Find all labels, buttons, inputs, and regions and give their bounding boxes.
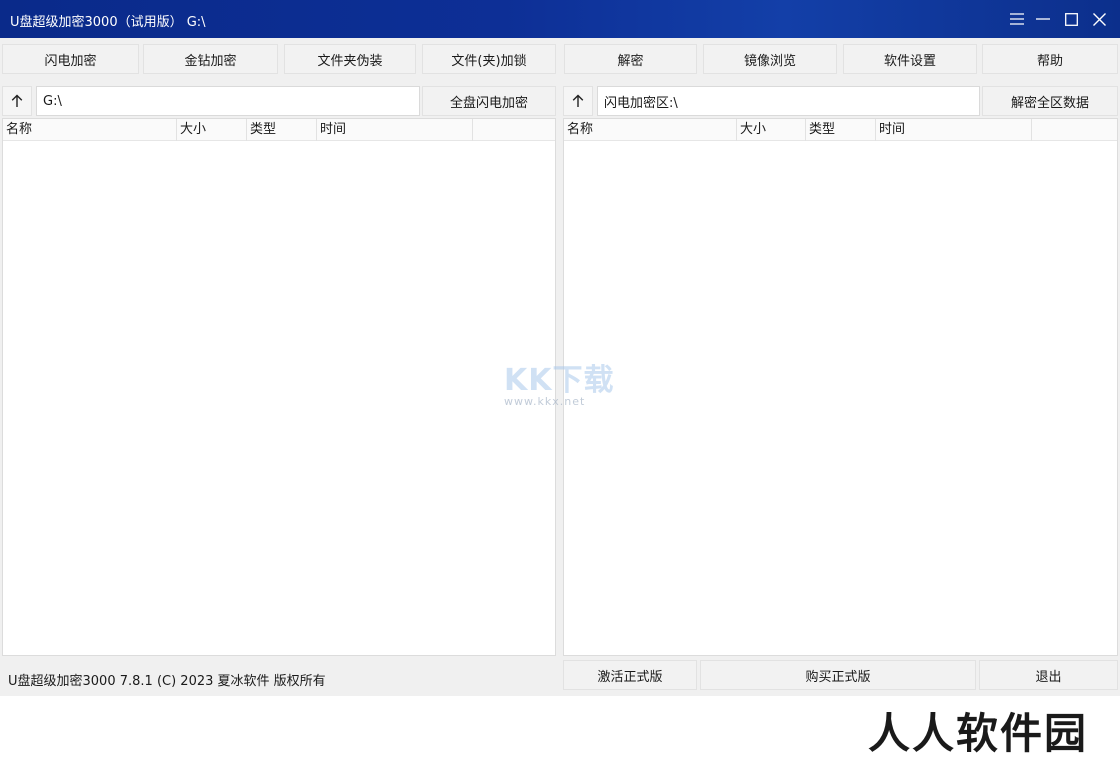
buy-full-version-button[interactable]: 购买正式版 [700, 660, 976, 690]
title-bar: U盘超级加密3000（试用版） G:\ [0, 0, 1120, 38]
maximize-icon[interactable] [1058, 6, 1084, 32]
left-file-list[interactable]: 名称 大小 类型 时间 [2, 118, 556, 656]
decrypt-button[interactable]: 解密 [564, 44, 697, 74]
diamond-encrypt-button[interactable]: 金钻加密 [143, 44, 278, 74]
corner-watermark-logo: 人人软件园 [868, 700, 1112, 758]
column-name[interactable]: 名称 [3, 119, 177, 141]
file-lock-button[interactable]: 文件(夹)加锁 [422, 44, 556, 74]
main-frame: 闪电加密 金钻加密 文件夹伪装 文件(夹)加锁 解密 镜像浏览 软件设置 帮助 … [0, 38, 1120, 696]
corner-watermark-text: 人人软件园 [868, 709, 1089, 758]
exit-button[interactable]: 退出 [979, 660, 1118, 690]
column-time[interactable]: 时间 [317, 119, 473, 141]
column-type[interactable]: 类型 [247, 119, 317, 141]
help-button[interactable]: 帮助 [982, 44, 1118, 74]
folder-disguise-button[interactable]: 文件夹伪装 [284, 44, 416, 74]
full-disk-flash-encrypt-button[interactable]: 全盘闪电加密 [422, 86, 556, 116]
app-window: U盘超级加密3000（试用版） G:\ 闪电加密 金钻加密 文件夹伪装 文件(夹… [0, 0, 1120, 760]
minimize-icon[interactable] [1030, 6, 1056, 32]
left-up-arrow-icon[interactable] [2, 86, 32, 116]
column-size[interactable]: 大小 [737, 119, 806, 141]
flash-encrypt-button[interactable]: 闪电加密 [2, 44, 139, 74]
close-icon[interactable] [1086, 6, 1112, 32]
decrypt-all-data-button[interactable]: 解密全区数据 [982, 86, 1118, 116]
column-name[interactable]: 名称 [564, 119, 737, 141]
column-time[interactable]: 时间 [876, 119, 1032, 141]
left-list-header: 名称 大小 类型 时间 [3, 119, 555, 141]
menu-icon[interactable] [1004, 6, 1030, 32]
software-settings-button[interactable]: 软件设置 [843, 44, 977, 74]
left-path-input[interactable]: G:\ [36, 86, 420, 116]
activate-full-version-button[interactable]: 激活正式版 [563, 660, 697, 690]
right-list-header: 名称 大小 类型 时间 [564, 119, 1117, 141]
mirror-browse-button[interactable]: 镜像浏览 [703, 44, 837, 74]
window-title: U盘超级加密3000（试用版） G:\ [10, 15, 206, 30]
column-size[interactable]: 大小 [177, 119, 247, 141]
right-up-arrow-icon[interactable] [563, 86, 593, 116]
right-path-input[interactable]: 闪电加密区:\ [597, 86, 980, 116]
column-type[interactable]: 类型 [806, 119, 876, 141]
status-text: U盘超级加密3000 7.8.1 (C) 2023 夏冰软件 版权所有 [8, 674, 326, 689]
right-file-list[interactable]: 名称 大小 类型 时间 [563, 118, 1118, 656]
